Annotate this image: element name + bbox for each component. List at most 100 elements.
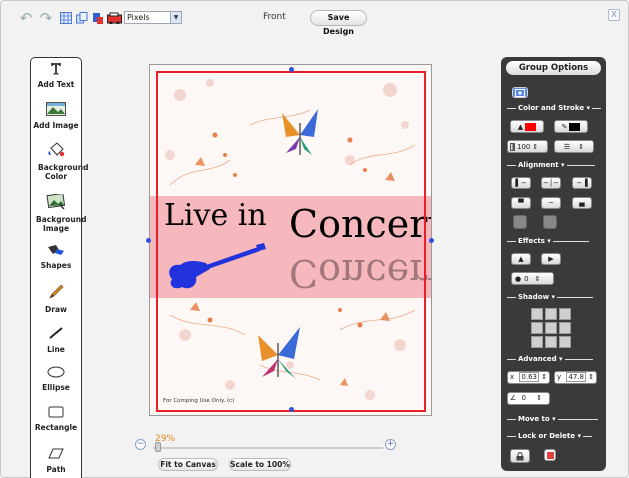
stepper-icon: ⇕ [534, 274, 541, 283]
stroke-color-button[interactable]: ✎ [554, 120, 588, 133]
distribute-horizontal-icon[interactable] [513, 215, 527, 229]
group-options-panel: Group Options Color and Stroke ▾ ▲ ✎ 100… [501, 57, 606, 471]
fill-color-button[interactable]: ▲ [510, 120, 544, 133]
close-icon[interactable]: X [608, 9, 620, 21]
blur-stepper[interactable]: ● 0 ⇕ [511, 272, 554, 285]
delete-icon[interactable] [544, 449, 556, 461]
text-tool-icon [31, 62, 81, 77]
align-bottom-icon[interactable]: ▄ [572, 197, 592, 209]
shapes-tool[interactable]: Shapes [31, 244, 81, 270]
stroke-width-select[interactable]: ☰ ⇕ [554, 140, 594, 153]
background-color-tool[interactable]: Background Color [31, 142, 88, 181]
selection-handle-top[interactable] [289, 67, 294, 72]
units-select[interactable]: Pixels ▼ [124, 11, 182, 24]
align-middle-icon[interactable]: ─ [541, 197, 561, 209]
shadow-cell[interactable] [545, 308, 557, 320]
shadow-cell[interactable] [531, 308, 543, 320]
stroke-pen-icon: ✎ [561, 122, 568, 131]
x-position-field[interactable]: x 0.63 ⇕ [507, 371, 550, 384]
copy-icon[interactable] [74, 10, 90, 26]
image-icon [31, 102, 81, 118]
live-in-text[interactable]: Live in [164, 198, 267, 233]
draw-tool[interactable]: Draw [31, 284, 81, 314]
opacity-icon [510, 142, 515, 151]
redo-icon[interactable]: ↷ [38, 9, 54, 27]
move-to-heading: Move to ▾ [505, 415, 600, 423]
background-image-tool[interactable]: Background Image [31, 192, 86, 233]
fill-bucket-icon: ▲ [517, 122, 524, 131]
stepper-icon: ⇕ [532, 142, 539, 151]
shadow-heading: Shadow ▾ [505, 293, 595, 301]
tool-label: Path [46, 465, 66, 474]
rectangle-tool[interactable]: Rectangle [31, 406, 81, 432]
stepper-icon: ⇕ [541, 373, 548, 381]
zoom-in-icon[interactable]: + [385, 439, 396, 450]
effects-heading: Effects ▾ [505, 237, 591, 245]
blur-value: 0 [524, 274, 529, 283]
stepper-icon: ⇕ [588, 373, 595, 381]
line-tool[interactable]: Line [31, 326, 81, 354]
selection-handle-right[interactable] [429, 238, 434, 243]
flip-vertical-icon[interactable]: ▶ [541, 253, 561, 265]
shadow-cell[interactable] [559, 308, 571, 320]
panel-title: Group Options [506, 61, 601, 75]
opacity-stepper[interactable]: 100 ⇕ [507, 140, 548, 153]
align-right-icon[interactable]: −▐ [572, 177, 592, 189]
flip-horizontal-icon[interactable]: ▲ [511, 253, 531, 265]
shadow-cell[interactable] [531, 336, 543, 348]
y-label: y [557, 373, 562, 381]
add-text-tool[interactable]: Add Text [31, 62, 81, 89]
save-design-button[interactable]: Save Design [310, 10, 367, 36]
tool-label: Add Text [37, 80, 75, 89]
rotation-value: 0 [521, 394, 526, 402]
rotation-field[interactable]: ∠ 0 ⇕ [507, 392, 550, 405]
line-icon [31, 326, 81, 342]
ellipse-tool[interactable]: Ellipse [31, 366, 81, 392]
footer-disclaimer-text: For Comping Use Only. (c) [163, 398, 235, 404]
concert-text[interactable]: Concert [289, 202, 431, 246]
blur-icon: ● [515, 274, 522, 283]
shadow-cell[interactable] [559, 322, 571, 334]
lock-icon[interactable] [510, 449, 530, 463]
selection-handle-bottom[interactable] [289, 407, 294, 412]
align-top-icon[interactable]: ▀ [511, 197, 531, 209]
opacity-value: 100 [517, 142, 531, 151]
zoom-out-icon[interactable]: − [135, 439, 146, 450]
tool-label: Line [47, 345, 65, 354]
shadow-cell[interactable] [545, 322, 557, 334]
fit-to-canvas-button[interactable]: Fit to Canvas [158, 458, 218, 471]
ungroup-icon[interactable] [512, 87, 528, 98]
distribute-vertical-icon[interactable] [543, 215, 557, 229]
scale-to-100-button[interactable]: Scale to 100% [229, 458, 291, 471]
shadow-cell[interactable] [531, 322, 543, 334]
design-canvas[interactable]: Live in Concert Concert For Comping Use … [149, 64, 432, 416]
design-side-label: Front [263, 12, 286, 22]
y-position-field[interactable]: y 47.8 ⇕ [554, 371, 597, 384]
align-left-icon[interactable]: ▌− [511, 177, 531, 189]
selection-handle-left[interactable] [146, 238, 151, 243]
x-value: 0.63 [519, 372, 539, 382]
chevron-down-icon[interactable]: ▼ [170, 12, 181, 23]
zoom-slider-track[interactable] [153, 447, 383, 449]
undo-icon[interactable]: ↶ [18, 9, 34, 27]
advanced-heading: Advanced ▾ [505, 355, 595, 363]
units-select-value: Pixels [127, 13, 150, 22]
align-center-icon[interactable]: −│− [541, 177, 561, 189]
pencil-icon [31, 284, 81, 302]
shadow-cell[interactable] [559, 336, 571, 348]
tool-palette: Add Text Add Image Background Color Back… [30, 57, 88, 478]
zoom-slider-thumb[interactable] [155, 442, 161, 452]
y-value: 47.8 [566, 372, 586, 382]
shadow-cell[interactable] [545, 336, 557, 348]
car-image-icon[interactable] [106, 10, 122, 26]
path-icon [31, 448, 81, 462]
path-tool[interactable]: Path [31, 448, 81, 474]
bring-front-icon[interactable] [90, 10, 106, 26]
stepper-icon: ⇕ [536, 394, 543, 402]
shadow-direction-grid[interactable] [531, 308, 571, 348]
add-image-tool[interactable]: Add Image [31, 102, 81, 130]
stroke-width-icon: ☰ [563, 142, 571, 151]
grid-icon[interactable] [58, 10, 74, 26]
tool-label: Draw [45, 305, 67, 314]
concert-text-reflection: Concert [289, 251, 432, 295]
